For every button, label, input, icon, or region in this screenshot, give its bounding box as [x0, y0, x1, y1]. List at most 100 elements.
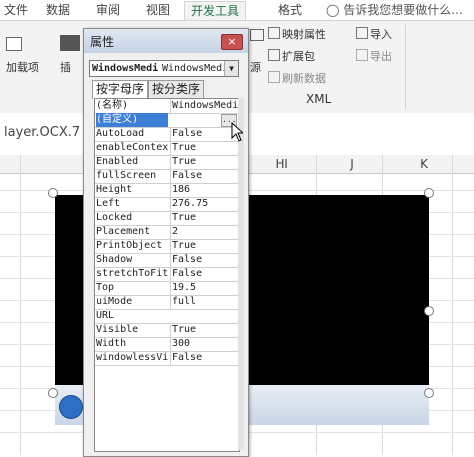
- tab-developer[interactable]: 开发工具: [184, 1, 247, 20]
- property-row[interactable]: Placement 2: [95, 225, 239, 240]
- insert-controls-button[interactable]: 插: [60, 59, 71, 75]
- object-type: WindowsMedi: [162, 63, 229, 74]
- map-properties-button[interactable]: 映射属性: [282, 26, 326, 42]
- property-row[interactable]: Width 300: [95, 337, 239, 352]
- play-icon[interactable]: [59, 395, 83, 419]
- property-value[interactable]: True: [170, 323, 239, 337]
- add-ins-button[interactable]: 加载项: [6, 59, 39, 75]
- property-name: stretchToFit: [96, 268, 168, 279]
- property-row[interactable]: URL: [95, 309, 239, 324]
- refresh-data-icon: [268, 71, 280, 83]
- tell-me-search[interactable]: ◯ 告诉我您想要做什么...: [326, 1, 463, 19]
- property-row[interactable]: Enabled True: [95, 155, 239, 170]
- property-name: Placement: [96, 226, 151, 237]
- property-row[interactable]: fullScreen False: [95, 169, 239, 184]
- source-icon: [250, 29, 264, 41]
- property-name: (名称): [96, 100, 129, 111]
- property-row[interactable]: Visible True: [95, 323, 239, 338]
- column-header-k[interactable]: K: [394, 155, 454, 173]
- column-header-j[interactable]: J: [322, 155, 382, 173]
- tab-review[interactable]: 审阅: [96, 1, 120, 19]
- property-value[interactable]: 300: [170, 337, 239, 351]
- close-icon[interactable]: ×: [221, 34, 243, 50]
- tab-alphabetic[interactable]: 按字母序: [92, 80, 149, 99]
- property-value[interactable]: WindowsMedi: [170, 99, 239, 113]
- tab-format[interactable]: 格式: [278, 1, 302, 19]
- properties-titlebar[interactable]: 属性 ×: [84, 29, 248, 53]
- ribbon-tab-bar: 文件 数据 审阅 视图 开发工具 格式 ◯ 告诉我您想要做什么...: [0, 0, 474, 21]
- tab-data[interactable]: 数据: [46, 1, 70, 19]
- property-row[interactable]: uiMode full: [95, 295, 239, 310]
- property-name: URL: [96, 310, 115, 321]
- source-button[interactable]: 源: [250, 59, 261, 75]
- add-ins-icon: [6, 37, 22, 51]
- property-row[interactable]: enableContext True: [95, 141, 239, 156]
- chevron-down-icon[interactable]: ▼: [224, 61, 238, 76]
- property-value[interactable]: False: [170, 351, 239, 365]
- property-value[interactable]: 19.5: [170, 281, 239, 295]
- property-row[interactable]: Locked True: [95, 211, 239, 226]
- property-name: Left: [96, 198, 121, 209]
- property-name: Height: [96, 184, 133, 195]
- resize-handle[interactable]: [48, 188, 58, 198]
- property-row[interactable]: (名称) WindowsMedi: [95, 99, 239, 114]
- property-name: Visible: [96, 324, 139, 335]
- property-row[interactable]: (自定义)...: [95, 113, 239, 128]
- property-name: windowlessVid: [96, 352, 168, 363]
- property-value[interactable]: True: [170, 155, 239, 169]
- property-value[interactable]: full: [170, 295, 239, 309]
- property-value[interactable]: False: [170, 169, 239, 183]
- export-button[interactable]: 导出: [370, 48, 392, 64]
- xml-group-label: XML: [306, 92, 332, 106]
- formula-text[interactable]: layer.OCX.7: [4, 125, 80, 140]
- tab-categorized[interactable]: 按分类序: [148, 80, 205, 98]
- scrollbar[interactable]: [238, 98, 244, 450]
- import-button[interactable]: 导入: [370, 26, 392, 42]
- property-value[interactable]: True: [170, 211, 239, 225]
- tab-file[interactable]: 文件: [4, 1, 28, 19]
- resize-handle[interactable]: [424, 306, 434, 316]
- property-name: Locked: [96, 212, 133, 223]
- property-value[interactable]: 2: [170, 225, 239, 239]
- property-row[interactable]: Shadow False: [95, 253, 239, 268]
- property-name: PrintObject: [96, 240, 163, 251]
- property-value[interactable]: True: [170, 141, 239, 155]
- expansion-packs-icon: [268, 49, 280, 61]
- property-value[interactable]: False: [170, 127, 239, 141]
- property-value[interactable]: False: [170, 253, 239, 267]
- property-name: Enabled: [96, 156, 139, 167]
- property-row[interactable]: Left 276.75: [95, 197, 239, 212]
- property-name: Top: [96, 282, 115, 293]
- refresh-data-button[interactable]: 刷新数据: [282, 70, 326, 86]
- property-row[interactable]: PrintObject True: [95, 239, 239, 254]
- property-name: Shadow: [96, 254, 133, 265]
- property-value[interactable]: False: [170, 267, 239, 281]
- property-row[interactable]: windowlessVid False: [95, 351, 239, 366]
- resize-handle[interactable]: [424, 188, 434, 198]
- property-value[interactable]: 186: [170, 183, 239, 197]
- property-row[interactable]: Top 19.5: [95, 281, 239, 296]
- export-icon: [356, 49, 368, 61]
- property-row[interactable]: Height 186: [95, 183, 239, 198]
- lightbulb-icon: ◯: [326, 3, 340, 17]
- tab-view[interactable]: 视图: [146, 1, 170, 19]
- column-header-i[interactable]: I: [256, 155, 316, 173]
- object-selector[interactable]: WindowsMedi WindowsMedi ▼: [89, 60, 239, 77]
- property-row[interactable]: stretchToFit False: [95, 267, 239, 282]
- import-icon: [356, 27, 368, 39]
- resize-handle[interactable]: [48, 388, 58, 398]
- insert-controls-icon: [60, 35, 80, 51]
- properties-window: 属性 × WindowsMedi WindowsMedi ▼ 按字母序 按分类序…: [83, 28, 249, 457]
- expansion-packs-button[interactable]: 扩展包: [282, 48, 315, 64]
- map-properties-icon: [268, 27, 280, 39]
- group-divider: [405, 25, 406, 109]
- tell-me-text: 告诉我您想要做什么...: [343, 3, 463, 17]
- property-row[interactable]: AutoLoad False: [95, 127, 239, 142]
- mouse-cursor-icon: [231, 122, 243, 142]
- property-name: AutoLoad: [96, 128, 145, 139]
- property-value[interactable]: 276.75: [170, 197, 239, 211]
- property-name: uiMode: [96, 296, 133, 307]
- property-name: Width: [96, 338, 127, 349]
- resize-handle[interactable]: [424, 388, 434, 398]
- property-value[interactable]: True: [170, 239, 239, 253]
